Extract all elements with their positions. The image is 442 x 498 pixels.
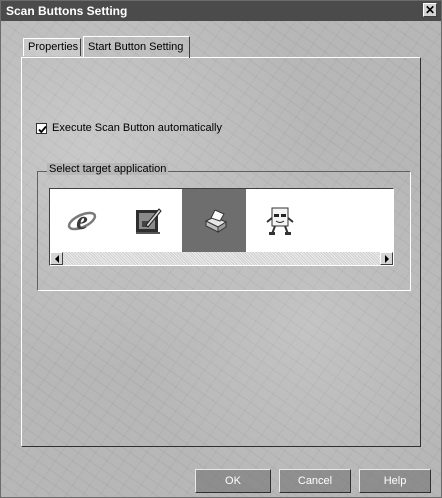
window-title: Scan Buttons Setting bbox=[6, 4, 128, 18]
tab-properties-label: Properties bbox=[28, 41, 79, 53]
application-list: e bbox=[49, 188, 394, 266]
arrow-left-icon bbox=[55, 255, 59, 263]
close-button[interactable]: ✕ bbox=[423, 3, 437, 17]
scan-buttons-setting-dialog: Scan Buttons Setting ✕ Properties Start … bbox=[0, 0, 442, 498]
app-item-printer[interactable] bbox=[182, 189, 246, 253]
help-button[interactable]: Help bbox=[359, 469, 431, 493]
tab-start-button-setting-label: Start Button Setting bbox=[88, 41, 184, 53]
arrow-right-icon bbox=[385, 255, 389, 263]
scroll-left-button[interactable] bbox=[50, 252, 63, 265]
cancel-button[interactable]: Cancel bbox=[279, 469, 351, 493]
execute-scan-checkbox[interactable] bbox=[36, 123, 47, 134]
title-bar: Scan Buttons Setting ✕ bbox=[1, 1, 441, 21]
app-item-image-editor[interactable] bbox=[116, 189, 180, 253]
app-item-fax-character[interactable] bbox=[248, 189, 312, 253]
internet-explorer-icon: e bbox=[67, 206, 97, 235]
image-editor-icon bbox=[136, 208, 162, 234]
fax-character-icon bbox=[266, 207, 294, 235]
app-item-internet-explorer[interactable]: e bbox=[50, 189, 114, 253]
close-icon: ✕ bbox=[424, 3, 436, 17]
execute-scan-checkbox-label: Execute Scan Button automatically bbox=[52, 122, 222, 134]
scroll-right-button[interactable] bbox=[380, 252, 393, 265]
printer-icon bbox=[204, 209, 228, 233]
checkmark-icon bbox=[38, 125, 47, 134]
target-application-group-legend: Select target application bbox=[47, 163, 169, 175]
tab-properties[interactable]: Properties bbox=[23, 38, 81, 56]
tab-start-button-setting[interactable]: Start Button Setting bbox=[83, 36, 190, 58]
ok-button[interactable]: OK bbox=[195, 469, 271, 493]
svg-text:e: e bbox=[76, 206, 88, 235]
horizontal-scrollbar[interactable] bbox=[50, 252, 393, 265]
